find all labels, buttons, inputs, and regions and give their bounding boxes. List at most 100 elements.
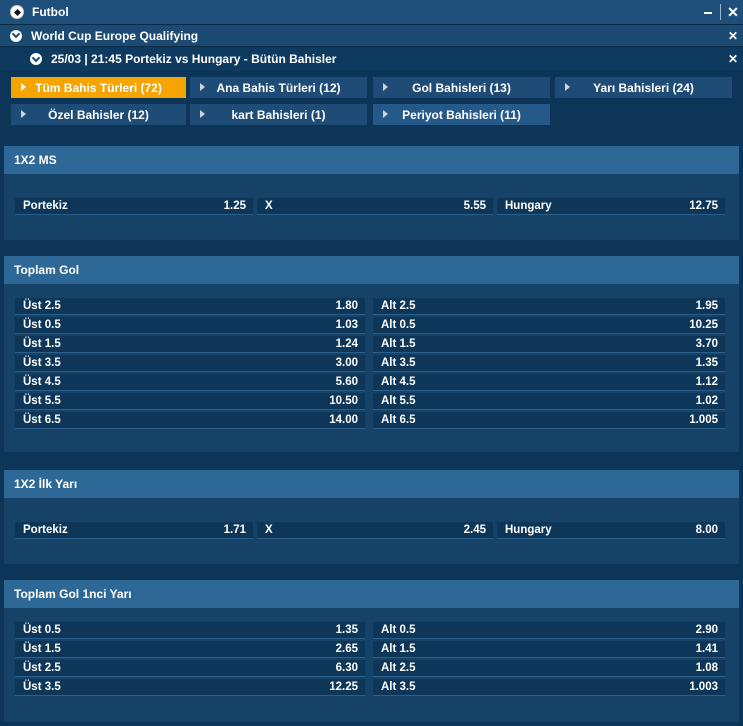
odd-value: 2.45	[463, 524, 486, 536]
match-header[interactable]: 25/03 | 21:45 Portekiz vs Hungary - Bütü…	[0, 47, 743, 71]
odd-under[interactable]: Alt 6.5 1.005	[373, 412, 725, 429]
odd-value: 1.41	[695, 643, 718, 655]
odd-value: 12.75	[689, 200, 718, 212]
tab-main-bets[interactable]: Ana Bahis Türleri (12)	[190, 77, 367, 98]
market-1x2-ms: 1X2 MS Portekiz 1.25 X 5.55 Hungary 12.7…	[4, 146, 739, 240]
tab-label: Tüm Bahis Türleri (72)	[35, 80, 162, 95]
match-title: 25/03 | 21:45 Portekiz vs Hungary - Bütü…	[51, 52, 337, 66]
close-league-button[interactable]: ✕	[723, 30, 743, 42]
odd-value: 3.00	[335, 357, 358, 369]
outcome-label: Alt 0.5	[381, 319, 416, 331]
odd-away[interactable]: Hungary 8.00	[497, 522, 725, 539]
odd-away[interactable]: Hungary 12.75	[497, 198, 725, 215]
odd-draw[interactable]: X 2.45	[257, 522, 493, 539]
tab-special-bets[interactable]: Özel Bahisler (12)	[11, 104, 186, 125]
odd-over[interactable]: Üst 1.5 1.24	[15, 336, 365, 353]
odd-draw[interactable]: X 5.55	[257, 198, 493, 215]
outcome-label: Hungary	[505, 200, 552, 212]
outcome-label: Portekiz	[23, 524, 68, 536]
odd-value: 3.70	[695, 338, 718, 350]
league-header[interactable]: World Cup Europe Qualifying ✕	[0, 25, 743, 47]
odd-over[interactable]: Üst 2.5 6.30	[15, 660, 365, 677]
odd-under[interactable]: Alt 0.5 2.90	[373, 622, 725, 639]
odd-under[interactable]: Alt 5.5 1.02	[373, 393, 725, 410]
soccer-ball-icon	[10, 5, 24, 19]
sport-header: Futbol ✕	[0, 0, 743, 25]
odd-value: 5.60	[335, 376, 358, 388]
tab-label: Ana Bahis Türleri (12)	[216, 80, 341, 95]
outcome-label: Üst 0.5	[23, 319, 61, 331]
triangle-right-icon	[200, 110, 205, 118]
odd-over[interactable]: Üst 3.5 3.00	[15, 355, 365, 372]
triangle-right-icon	[21, 110, 26, 118]
odd-value: 1.08	[695, 662, 718, 674]
triangle-right-icon	[383, 83, 388, 91]
outcome-label: Üst 4.5	[23, 376, 61, 388]
minimize-icon	[704, 12, 712, 15]
close-match-button[interactable]: ✕	[723, 53, 743, 65]
outcome-label: Üst 2.5	[23, 300, 61, 312]
odd-over[interactable]: Üst 5.5 10.50	[15, 393, 365, 410]
odd-value: 6.30	[335, 662, 358, 674]
odd-value: 1.02	[695, 395, 718, 407]
tab-label: Yarı Bahisleri (24)	[593, 80, 694, 95]
outcome-label: Portekiz	[23, 200, 68, 212]
chevron-down-icon[interactable]	[30, 53, 42, 65]
odd-value: 12.25	[329, 681, 358, 693]
outcome-label: Alt 2.5	[381, 300, 416, 312]
outcome-label: X	[265, 524, 273, 536]
tab-all-bets[interactable]: Tüm Bahis Türleri (72)	[11, 77, 186, 98]
odd-under[interactable]: Alt 1.5 3.70	[373, 336, 725, 353]
odd-under[interactable]: Alt 0.5 10.25	[373, 317, 725, 334]
outcome-label: Üst 3.5	[23, 357, 61, 369]
outcome-label: Alt 6.5	[381, 414, 416, 426]
tab-label: kart Bahisleri (1)	[231, 107, 326, 122]
odd-under[interactable]: Alt 1.5 1.41	[373, 641, 725, 658]
odd-value: 1.71	[223, 524, 246, 536]
minimize-button[interactable]	[698, 5, 718, 20]
odd-over[interactable]: Üst 0.5 1.03	[15, 317, 365, 334]
outcome-label: Alt 2.5	[381, 662, 416, 674]
odd-under[interactable]: Alt 3.5 1.003	[373, 679, 725, 696]
tab-label: Özel Bahisler (12)	[48, 107, 149, 122]
odd-value: 1.95	[695, 300, 718, 312]
outcome-label: Üst 2.5	[23, 662, 61, 674]
odd-under[interactable]: Alt 3.5 1.35	[373, 355, 725, 372]
odd-over[interactable]: Üst 3.5 12.25	[15, 679, 365, 696]
odd-under[interactable]: Alt 2.5 1.95	[373, 298, 725, 315]
odd-value: 1.35	[335, 624, 358, 636]
tab-goal-bets[interactable]: Gol Bahisleri (13)	[373, 77, 550, 98]
odd-over[interactable]: Üst 6.5 14.00	[15, 412, 365, 429]
tab-half-bets[interactable]: Yarı Bahisleri (24)	[555, 77, 732, 98]
league-title: World Cup Europe Qualifying	[31, 28, 199, 43]
outcome-label: Üst 0.5	[23, 624, 61, 636]
odd-value: 2.90	[695, 624, 718, 636]
odd-value: 1.24	[335, 338, 358, 350]
odd-home[interactable]: Portekiz 1.71	[15, 522, 253, 539]
tab-period-bets[interactable]: Periyot Bahisleri (11)	[373, 104, 550, 125]
odd-under[interactable]: Alt 4.5 1.12	[373, 374, 725, 391]
odd-over[interactable]: Üst 2.5 1.80	[15, 298, 365, 315]
outcome-label: Alt 1.5	[381, 338, 416, 350]
close-sport-button[interactable]: ✕	[723, 5, 743, 19]
odd-over[interactable]: Üst 4.5 5.60	[15, 374, 365, 391]
odd-home[interactable]: Portekiz 1.25	[15, 198, 253, 215]
odd-value: 1.005	[689, 414, 718, 426]
market-title: Toplam Gol	[4, 256, 739, 284]
market-title: 1X2 MS	[4, 146, 739, 174]
odd-over[interactable]: Üst 0.5 1.35	[15, 622, 365, 639]
odd-value: 8.00	[695, 524, 718, 536]
outcome-label: Üst 5.5	[23, 395, 61, 407]
tab-label: Gol Bahisleri (13)	[412, 80, 511, 95]
tab-card-bets[interactable]: kart Bahisleri (1)	[190, 104, 367, 125]
outcome-label: Alt 5.5	[381, 395, 416, 407]
odd-under[interactable]: Alt 2.5 1.08	[373, 660, 725, 677]
outcome-label: Alt 0.5	[381, 624, 416, 636]
outcome-label: Üst 1.5	[23, 338, 61, 350]
odd-over[interactable]: Üst 1.5 2.65	[15, 641, 365, 658]
market-title: Toplam Gol 1nci Yarı	[4, 580, 739, 608]
chevron-down-icon[interactable]	[10, 29, 22, 42]
sport-title: Futbol	[32, 5, 69, 19]
outcome-label: Alt 1.5	[381, 643, 416, 655]
odd-value: 1.03	[335, 319, 358, 331]
